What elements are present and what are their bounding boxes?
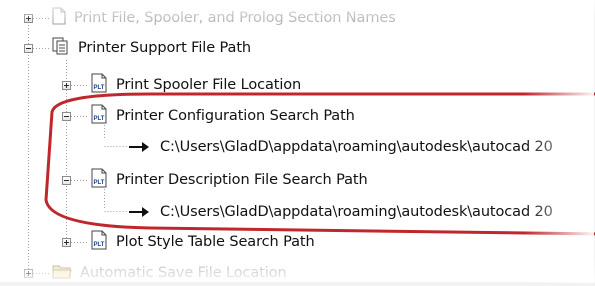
collapse-toggle[interactable]	[62, 112, 71, 121]
collapse-toggle[interactable]	[62, 176, 71, 185]
tree-item-automatic-save-file-location[interactable]: Automatic Save File Location	[52, 260, 287, 286]
tree-item-label: Printer Configuration Search Path	[116, 108, 355, 124]
expand-toggle[interactable]	[62, 81, 71, 90]
svg-text:PLT: PLT	[94, 180, 105, 186]
tree-item-printer-support-file-path[interactable]: Printer Support File Path	[52, 35, 251, 61]
tree-item-label: Printer Description File Search Path	[116, 172, 368, 188]
tree-item-label: Print Spooler File Location	[116, 77, 302, 93]
plt-file-icon: PLT	[90, 73, 108, 97]
options-tree-panel: Print File, Spooler, and Prolog Section …	[0, 0, 595, 283]
tree-item-printer-description-file-search-path[interactable]: PLT Printer Description File Search Path	[90, 167, 368, 193]
expand-toggle[interactable]	[24, 14, 33, 23]
folder-icon	[52, 263, 72, 283]
tree-item-label: Plot Style Table Search Path	[116, 234, 315, 250]
tree-item-printer-configuration-search-path[interactable]: PLT Printer Configuration Search Path	[90, 103, 355, 129]
tree-item-path-value[interactable]: C:\Users\GladD\appdata\roaming\autodesk\…	[128, 134, 553, 160]
svg-text:PLT: PLT	[94, 116, 105, 122]
tree-item-label: C:\Users\GladD\appdata\roaming\autodesk\…	[160, 204, 553, 220]
plt-file-icon: PLT	[90, 168, 108, 192]
svg-text:PLT: PLT	[94, 242, 105, 248]
blank-page-icon	[52, 7, 66, 29]
expand-toggle[interactable]	[62, 238, 71, 247]
tree-item-label: Automatic Save File Location	[80, 265, 287, 281]
arrow-right-icon	[128, 138, 150, 157]
tree-item-label: Printer Support File Path	[78, 40, 252, 56]
svg-text:PLT: PLT	[94, 85, 105, 91]
expand-toggle[interactable]	[24, 269, 33, 278]
tree-item-label: Print File, Spooler, and Prolog Section …	[74, 10, 396, 26]
tree-item-print-file-names[interactable]: Print File, Spooler, and Prolog Section …	[52, 5, 396, 31]
tree-item-path-value[interactable]: C:\Users\GladD\appdata\roaming\autodesk\…	[128, 199, 553, 225]
plt-file-icon: PLT	[90, 230, 108, 254]
arrow-right-icon	[128, 203, 150, 222]
collapse-toggle[interactable]	[24, 44, 33, 53]
tree-item-print-spooler-file-location[interactable]: PLT Print Spooler File Location	[90, 72, 301, 98]
tree-item-label: C:\Users\GladD\appdata\roaming\autodesk\…	[160, 139, 553, 155]
tree-item-plot-style-table-search-path[interactable]: PLT Plot Style Table Search Path	[90, 229, 315, 255]
plt-file-icon: PLT	[90, 104, 108, 128]
documents-icon	[52, 37, 70, 59]
